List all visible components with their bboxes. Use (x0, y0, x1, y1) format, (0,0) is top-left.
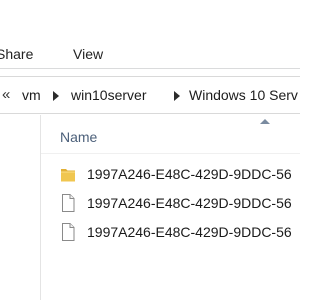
sort-ascending-icon (260, 119, 270, 124)
folder-icon (61, 169, 75, 182)
file-list[interactable]: Name 1997A246-E48C-429D-9DDC-56 1997A246… (41, 115, 300, 300)
navigation-pane[interactable] (0, 115, 40, 300)
breadcrumb-separator-icon[interactable] (53, 91, 59, 101)
list-item[interactable]: 1997A246-E48C-429D-9DDC-56 (41, 161, 300, 187)
address-bar[interactable]: « vm win10server Windows 10 Serv (0, 76, 300, 114)
ribbon: Share View (0, 0, 300, 68)
list-item-name: 1997A246-E48C-429D-9DDC-56 (87, 195, 292, 211)
ribbon-divider (0, 68, 300, 69)
tab-share[interactable]: Share (0, 46, 33, 62)
file-icon (62, 194, 75, 212)
breadcrumb-item-vm[interactable]: vm (22, 87, 41, 103)
breadcrumb-separator-icon[interactable] (174, 91, 180, 101)
breadcrumb-overflow-icon[interactable]: « (2, 86, 10, 103)
file-icon (62, 223, 75, 241)
list-item-name: 1997A246-E48C-429D-9DDC-56 (87, 224, 292, 240)
column-header-name[interactable]: Name (41, 115, 300, 153)
tab-view[interactable]: View (73, 46, 103, 62)
column-header-divider (41, 153, 300, 154)
list-item[interactable]: 1997A246-E48C-429D-9DDC-56 (41, 219, 300, 245)
list-item-name: 1997A246-E48C-429D-9DDC-56 (87, 166, 292, 182)
column-header-label: Name (60, 129, 98, 145)
breadcrumb-item-windows-10-server[interactable]: Windows 10 Serv (189, 87, 298, 103)
breadcrumb-item-win10server[interactable]: win10server (71, 87, 146, 103)
list-item[interactable]: 1997A246-E48C-429D-9DDC-56 (41, 190, 300, 216)
